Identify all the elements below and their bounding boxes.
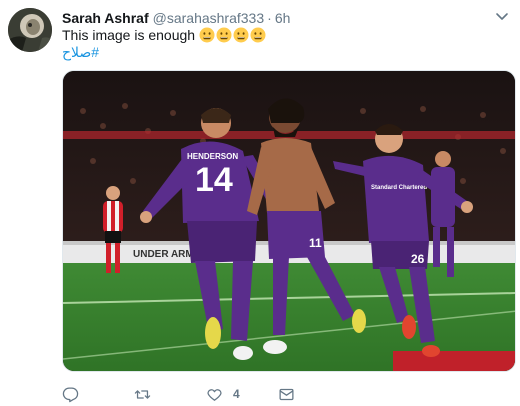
emoji-face-icon bbox=[216, 27, 232, 43]
sponsor-text: Standard Chartered bbox=[371, 185, 427, 191]
like-count: 4 bbox=[233, 387, 240, 401]
tweet-header: Sarah Ashraf @sarahashraf333 · 6h bbox=[62, 9, 290, 27]
like-button[interactable]: 4 bbox=[206, 386, 278, 403]
author-name[interactable]: Sarah Ashraf bbox=[62, 10, 149, 26]
shorts-number-right: 26 bbox=[411, 252, 425, 266]
reply-button[interactable] bbox=[62, 386, 134, 403]
football-celebration-photo: UNDER ARMOUR HENDERSON 14 11 Standard Ch… bbox=[63, 71, 515, 371]
tweet-text: This image is enough bbox=[62, 26, 266, 44]
retweet-button[interactable] bbox=[134, 386, 206, 403]
hashtag-link[interactable]: #صلاح bbox=[62, 43, 99, 61]
shorts-number-center: 11 bbox=[309, 236, 322, 250]
envelope-icon bbox=[279, 388, 294, 400]
emoji-row bbox=[199, 27, 266, 43]
tweet[interactable]: Sarah Ashraf @sarahashraf333 · 6h This i… bbox=[0, 0, 520, 406]
jersey-name-text: HENDERSON bbox=[187, 152, 238, 161]
retweet-icon bbox=[134, 389, 151, 399]
chevron-down-icon[interactable] bbox=[494, 10, 510, 24]
heart-icon bbox=[207, 388, 222, 401]
direct-message-button[interactable] bbox=[278, 386, 350, 403]
tweet-actions: 4 bbox=[62, 384, 350, 404]
tweet-media-photo[interactable]: UNDER ARMOUR HENDERSON 14 11 Standard Ch… bbox=[62, 70, 516, 372]
jersey-number-text: 14 bbox=[195, 161, 233, 199]
emoji-face-icon bbox=[250, 27, 266, 43]
reply-icon bbox=[62, 386, 79, 402]
emoji-face-icon bbox=[199, 27, 215, 43]
separator-dot: · bbox=[267, 10, 272, 26]
emoji-face-icon bbox=[233, 27, 249, 43]
author-handle[interactable]: @sarahashraf333 bbox=[153, 10, 265, 26]
avatar[interactable] bbox=[8, 8, 52, 52]
tweet-time[interactable]: 6h bbox=[275, 10, 291, 26]
tweet-text-content: This image is enough bbox=[62, 27, 196, 43]
avatar-image bbox=[8, 8, 52, 52]
